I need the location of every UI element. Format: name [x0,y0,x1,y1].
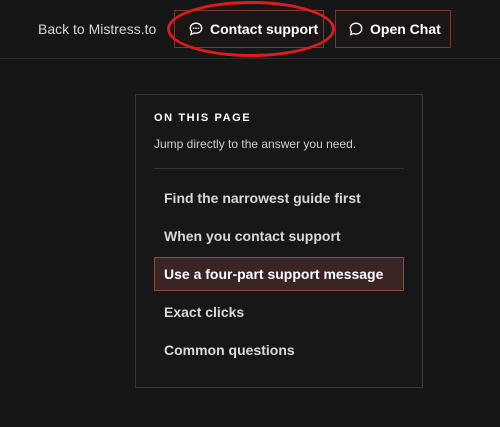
contact-support-label: Contact support [210,21,319,37]
toc-subtitle: Jump directly to the answer you need. [154,137,357,151]
toc-item-four-part-message[interactable]: Use a four-part support message [154,257,404,291]
on-this-page-panel: ON THIS PAGE Jump directly to the answer… [135,94,423,388]
top-navigation-bar: Back to Mistress.to Contact support Open… [0,0,500,59]
page: Back to Mistress.to Contact support Open… [0,0,500,427]
chat-bubble-icon [349,22,363,36]
toc-divider [154,168,404,169]
toc-item-contact-support[interactable]: When you contact support [154,219,404,253]
open-chat-button[interactable]: Open Chat [335,10,451,48]
toc-list: Find the narrowest guide first When you … [154,181,404,371]
toc-heading: ON THIS PAGE [154,112,252,124]
back-link[interactable]: Back to Mistress.to [38,20,156,38]
contact-support-button[interactable]: Contact support [174,10,324,48]
toc-item-narrowest-guide[interactable]: Find the narrowest guide first [154,181,404,215]
chat-bubble-dots-icon [189,22,203,36]
open-chat-label: Open Chat [370,21,441,37]
toc-item-exact-clicks[interactable]: Exact clicks [154,295,404,329]
toc-item-common-questions[interactable]: Common questions [154,333,404,367]
